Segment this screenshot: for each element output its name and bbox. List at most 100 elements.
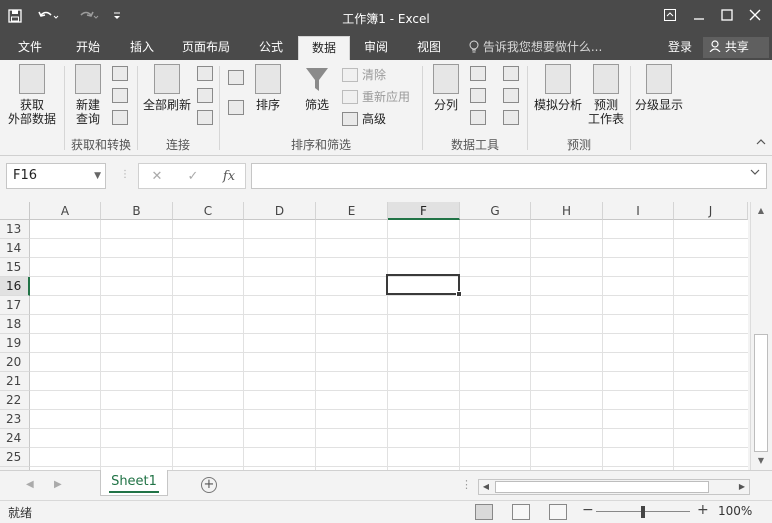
flash-fill-icon[interactable] xyxy=(470,66,486,81)
row-header-24[interactable]: 24 xyxy=(0,429,30,448)
zoom-slider-thumb[interactable] xyxy=(641,506,645,518)
select-all-corner[interactable] xyxy=(0,202,30,220)
formula-input[interactable] xyxy=(251,163,767,189)
share-button[interactable]: 共享 xyxy=(703,37,769,58)
tab-file[interactable]: 文件 xyxy=(4,36,56,60)
column-header-h[interactable]: H xyxy=(531,202,603,220)
column-header-c[interactable]: C xyxy=(173,202,244,220)
sort-ascending-icon[interactable] xyxy=(228,70,244,85)
zoom-out-icon[interactable]: − xyxy=(582,502,594,518)
tab-formulas[interactable]: 公式 xyxy=(246,36,296,60)
row-header-23[interactable]: 23 xyxy=(0,410,30,429)
sheet-tab-sheet1[interactable]: Sheet1 xyxy=(100,470,168,496)
column-header-i[interactable]: I xyxy=(603,202,674,220)
vertical-scroll-thumb[interactable] xyxy=(754,334,768,452)
cancel-entry-button[interactable]: ✕ xyxy=(147,167,167,187)
show-queries-icon[interactable] xyxy=(112,66,128,81)
remove-duplicates-icon[interactable] xyxy=(470,88,486,103)
close-icon[interactable] xyxy=(742,4,768,26)
sort-icon xyxy=(255,64,281,94)
row-header-25[interactable]: 25 xyxy=(0,448,30,467)
next-sheet-icon[interactable]: ▶ xyxy=(54,479,62,490)
tab-home[interactable]: 开始 xyxy=(62,36,114,60)
connections-icon[interactable] xyxy=(197,66,213,81)
row-header-15[interactable]: 15 xyxy=(0,258,30,277)
active-cell-f16[interactable] xyxy=(386,274,462,297)
tab-insert[interactable]: 插入 xyxy=(116,36,168,60)
row-header-19[interactable]: 19 xyxy=(0,334,30,353)
page-break-preview-icon[interactable] xyxy=(549,504,567,520)
horizontal-scroll-thumb[interactable] xyxy=(495,481,709,493)
from-table-icon[interactable] xyxy=(112,88,128,103)
row-header-13[interactable]: 13 xyxy=(0,220,30,239)
row-header-17[interactable]: 17 xyxy=(0,296,30,315)
tab-split-handle-icon[interactable]: ⋮ xyxy=(461,478,472,491)
tab-page-layout[interactable]: 页面布局 xyxy=(172,36,240,60)
previous-sheet-icon[interactable]: ◀ xyxy=(26,479,34,490)
ribbon-display-options-icon[interactable] xyxy=(657,4,683,26)
vertical-scrollbar[interactable]: ▲ ▼ xyxy=(750,202,770,470)
tab-data[interactable]: 数据 xyxy=(298,36,350,60)
data-validation-icon[interactable] xyxy=(470,110,486,125)
properties-icon[interactable] xyxy=(197,88,213,103)
tab-review[interactable]: 审阅 xyxy=(352,36,400,60)
zoom-in-icon[interactable]: + xyxy=(697,502,709,518)
normal-view-icon[interactable] xyxy=(475,504,493,520)
scroll-down-icon[interactable]: ▼ xyxy=(754,454,768,468)
consolidate-icon[interactable] xyxy=(503,66,519,81)
clear-filter-button[interactable]: 清除 xyxy=(342,66,386,83)
maximize-icon[interactable] xyxy=(714,4,740,26)
row-header-22[interactable]: 22 xyxy=(0,391,30,410)
row-header-14[interactable]: 14 xyxy=(0,239,30,258)
filter-button[interactable]: 筛选 xyxy=(300,64,334,112)
column-header-d[interactable]: D xyxy=(244,202,316,220)
add-sheet-icon[interactable]: + xyxy=(201,477,217,493)
manage-data-model-icon[interactable] xyxy=(503,110,519,125)
recent-sources-icon[interactable] xyxy=(112,110,128,125)
page-layout-view-icon[interactable] xyxy=(512,504,530,520)
row-header-18[interactable]: 18 xyxy=(0,315,30,334)
what-if-analysis-button[interactable]: 模拟分析 xyxy=(531,64,585,112)
column-header-e[interactable]: E xyxy=(316,202,388,220)
horizontal-scrollbar[interactable]: ◀ ▶ xyxy=(478,479,750,495)
name-box[interactable]: F16 ▼ xyxy=(6,163,106,189)
column-header-f[interactable]: F xyxy=(388,202,460,220)
tab-view[interactable]: 视图 xyxy=(404,36,454,60)
forecast-sheet-button[interactable]: 预测 工作表 xyxy=(586,64,626,126)
outline-icon xyxy=(646,64,672,94)
collapse-ribbon-icon[interactable] xyxy=(756,138,766,149)
scroll-up-icon[interactable]: ▲ xyxy=(754,204,768,218)
relationships-icon[interactable] xyxy=(503,88,519,103)
login-link[interactable]: 登录 xyxy=(668,36,692,60)
advanced-filter-button[interactable]: 高级 xyxy=(342,110,386,127)
column-header-a[interactable]: A xyxy=(30,202,101,220)
zoom-level[interactable]: 100% xyxy=(718,504,752,518)
edit-links-icon[interactable] xyxy=(197,110,213,125)
outline-button[interactable]: 分级显示 xyxy=(633,64,685,112)
scroll-right-icon[interactable]: ▶ xyxy=(735,480,749,494)
row-header-20[interactable]: 20 xyxy=(0,353,30,372)
scroll-left-icon[interactable]: ◀ xyxy=(479,480,493,494)
confirm-entry-button[interactable]: ✓ xyxy=(183,167,203,187)
grid-line xyxy=(30,409,748,410)
column-header-b[interactable]: B xyxy=(101,202,173,220)
refresh-all-button[interactable]: 全部刷新 xyxy=(140,64,194,112)
insert-function-button[interactable]: fx xyxy=(219,167,239,187)
column-header-j[interactable]: J xyxy=(674,202,748,220)
ribbon-separator xyxy=(630,66,631,150)
minimize-icon[interactable] xyxy=(686,4,712,26)
reapply-button[interactable]: 重新应用 xyxy=(342,88,410,105)
text-to-columns-button[interactable]: 分列 xyxy=(428,64,464,112)
expand-formula-bar-icon[interactable] xyxy=(750,168,760,179)
grid-line xyxy=(30,447,748,448)
get-external-data-button[interactable]: 获取 外部数据 xyxy=(2,64,62,126)
row-header-16[interactable]: 16 xyxy=(0,277,30,296)
sort-descending-icon[interactable] xyxy=(228,100,244,115)
row-header-21[interactable]: 21 xyxy=(0,372,30,391)
sort-button[interactable]: 排序 xyxy=(252,64,284,112)
new-query-button[interactable]: 新建 查询 xyxy=(68,64,108,126)
worksheet-grid[interactable]: A B C D E F G H I J 13 14 15 16 17 18 19… xyxy=(0,202,748,470)
tell-me-box[interactable]: 告诉我您想要做什么... xyxy=(469,36,602,60)
fill-handle[interactable] xyxy=(456,291,462,297)
column-header-g[interactable]: G xyxy=(460,202,531,220)
